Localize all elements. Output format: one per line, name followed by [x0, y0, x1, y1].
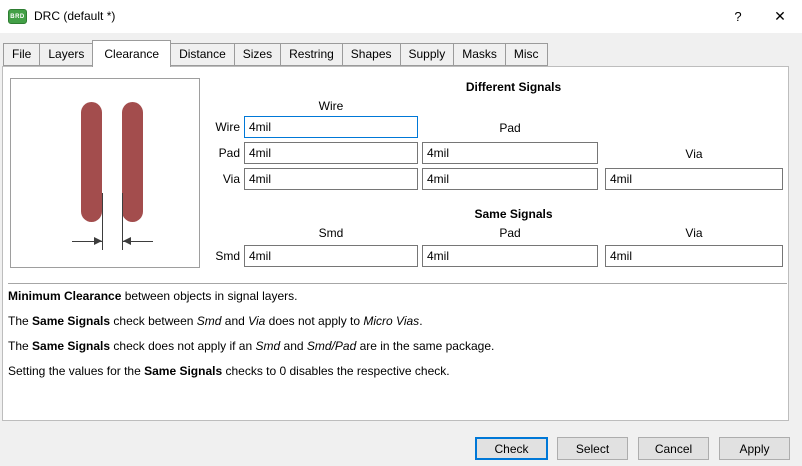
input-smd-pad[interactable] [422, 245, 598, 267]
ds-column-header-pad: Pad [422, 121, 598, 135]
trace-right-graphic [122, 102, 143, 222]
note-text: Smd [256, 339, 281, 353]
input-via-wire[interactable] [244, 168, 418, 190]
note-text: . [419, 314, 422, 328]
note-micro-vias: The Same Signals check between Smd and V… [8, 314, 423, 328]
tab-layers[interactable]: Layers [39, 43, 93, 66]
note-text: Setting the values for the [8, 364, 144, 378]
tab-shapes[interactable]: Shapes [342, 43, 401, 66]
ss-column-header-via: Via [605, 226, 783, 240]
input-smd-smd[interactable] [244, 245, 418, 267]
cancel-button[interactable]: Cancel [638, 437, 709, 460]
help-button[interactable]: ? [720, 0, 756, 33]
note-text: Smd/Pad [307, 339, 356, 353]
note-text: Micro Vias [363, 314, 419, 328]
ss-column-header-pad: Pad [422, 226, 598, 240]
tab-clearance[interactable]: Clearance [92, 40, 171, 67]
dimension-arrow-right-icon [94, 237, 102, 245]
tab-sizes[interactable]: Sizes [234, 43, 281, 66]
tab-distance[interactable]: Distance [170, 43, 235, 66]
brd-file-icon: BRD [8, 9, 27, 24]
same-signals-heading: Same Signals [244, 207, 783, 221]
check-button[interactable]: Check [475, 437, 548, 460]
note-text: Via [248, 314, 265, 328]
title-bar: BRD DRC (default *) ? ✕ [0, 0, 802, 33]
note-text: Smd [197, 314, 222, 328]
tab-restring[interactable]: Restring [280, 43, 343, 66]
note-text: and [221, 314, 248, 328]
note-text: Same Signals [144, 364, 222, 378]
note-text: check does not apply if an [110, 339, 255, 353]
note-zero-disables: Setting the values for the Same Signals … [8, 364, 450, 378]
note-text: between objects in signal layers. [121, 289, 297, 303]
drc-dialog-window: BRD DRC (default *) ? ✕ File Layers Clea… [0, 0, 802, 466]
select-button[interactable]: Select [557, 437, 628, 460]
input-pad-pad[interactable] [422, 142, 598, 164]
note-text: The [8, 314, 32, 328]
note-text: does not apply to [265, 314, 363, 328]
close-button[interactable]: ✕ [758, 0, 802, 33]
apply-button[interactable]: Apply [719, 437, 790, 460]
note-text: checks to 0 disables the respective chec… [222, 364, 449, 378]
note-text: Same Signals [32, 339, 110, 353]
ss-row-label-smd: Smd [202, 245, 240, 267]
dimension-arrow-left-icon [123, 237, 131, 245]
note-text: and [280, 339, 307, 353]
note-text: The [8, 339, 32, 353]
note-text: check between [110, 314, 197, 328]
note-text: Same Signals [32, 314, 110, 328]
note-text: are in the same package. [356, 339, 494, 353]
ds-row-label-via: Via [202, 168, 240, 190]
section-divider [8, 283, 787, 284]
input-pad-wire[interactable] [244, 142, 418, 164]
note-minimum-clearance: Minimum Clearance between objects in sig… [8, 289, 297, 303]
tab-supply[interactable]: Supply [400, 43, 455, 66]
tab-bar: File Layers Clearance Distance Sizes Res… [3, 33, 548, 67]
note-text: Minimum Clearance [8, 289, 121, 303]
ds-column-header-via: Via [605, 147, 783, 161]
ds-row-label-pad: Pad [202, 142, 240, 164]
clearance-preview-panel [10, 78, 200, 268]
tab-file[interactable]: File [3, 43, 40, 66]
dimension-extension-line [102, 193, 103, 250]
input-smd-via[interactable] [605, 245, 783, 267]
input-via-pad[interactable] [422, 168, 598, 190]
tab-misc[interactable]: Misc [505, 43, 548, 66]
ss-column-header-smd: Smd [244, 226, 418, 240]
window-title: DRC (default *) [34, 9, 115, 23]
input-via-via[interactable] [605, 168, 783, 190]
trace-left-graphic [81, 102, 102, 222]
different-signals-heading: Different Signals [244, 80, 783, 94]
input-wire-wire[interactable] [244, 116, 418, 138]
ds-column-header-wire: Wire [244, 99, 418, 113]
ds-row-label-wire: Wire [202, 116, 240, 138]
tab-masks[interactable]: Masks [453, 43, 506, 66]
note-same-package: The Same Signals check does not apply if… [8, 339, 494, 353]
